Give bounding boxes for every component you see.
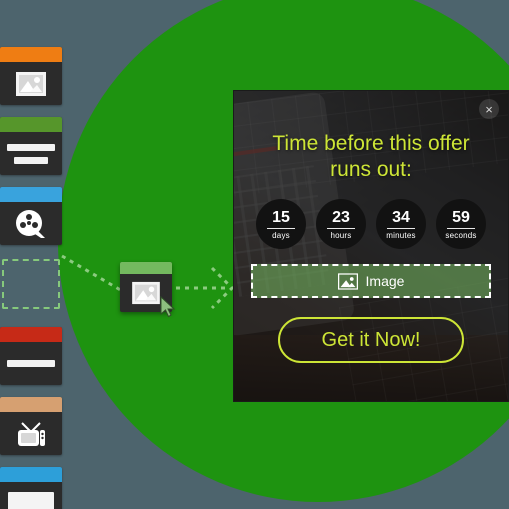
cta-button[interactable]: Get it Now! [278, 317, 464, 363]
editor-canvas: × Time before this offer runs out: 15 da… [0, 0, 509, 509]
countdown-unit-days: 15 days [256, 199, 306, 249]
countdown-divider [447, 227, 475, 229]
countdown-divider [387, 227, 415, 229]
single-line [0, 360, 62, 367]
palette-item-image-widget[interactable] [0, 47, 62, 105]
countdown-unit-hours: 23 hours [316, 199, 366, 249]
countdown-value: 34 [392, 208, 410, 226]
card-body [0, 412, 62, 455]
television-icon [18, 421, 45, 446]
widget-palette [0, 47, 64, 509]
palette-item-form-widget[interactable] [0, 467, 62, 509]
arrow-cursor [160, 296, 176, 318]
card-accent-bar [0, 397, 62, 412]
palette-item-empty-slot[interactable] [0, 257, 62, 315]
card-body [0, 202, 62, 245]
picture-icon [16, 71, 46, 96]
countdown-timer: 15 days 23 hours 34 minutes 59 seconds [251, 199, 491, 249]
cta-label: Get it Now! [321, 328, 421, 351]
countdown-label: days [272, 230, 290, 240]
card-accent-bar [0, 117, 62, 132]
dropzone-label: Image [365, 273, 405, 289]
card-accent-bar [0, 327, 62, 342]
picture-icon [337, 272, 358, 290]
dashed-placeholder [2, 259, 60, 309]
card-accent-bar [0, 467, 62, 482]
countdown-value: 15 [272, 208, 290, 226]
palette-item-tv-widget[interactable] [0, 397, 62, 455]
palette-item-divider-widget[interactable] [0, 327, 62, 385]
countdown-value: 23 [332, 208, 350, 226]
card-accent-bar [0, 47, 62, 62]
palette-item-video-widget[interactable] [0, 187, 62, 245]
countdown-value: 59 [452, 208, 470, 226]
image-dropzone[interactable]: Image [251, 264, 491, 298]
picture-icon [132, 281, 160, 305]
close-icon[interactable]: × [479, 99, 499, 119]
card-accent-bar [120, 262, 172, 274]
countdown-unit-seconds: 59 seconds [436, 199, 486, 249]
close-glyph: × [485, 101, 493, 117]
card-body [0, 62, 62, 105]
countdown-divider [327, 227, 355, 229]
card-body [0, 482, 62, 509]
card-body [0, 132, 62, 175]
input-box [8, 491, 54, 509]
popup-heading: Time before this offer runs out: [272, 132, 470, 181]
film-reel-icon [16, 209, 45, 238]
text-lines [0, 143, 62, 164]
countdown-divider [267, 227, 295, 229]
palette-item-text-widget[interactable] [0, 117, 62, 175]
popup-preview: × Time before this offer runs out: 15 da… [233, 90, 509, 402]
card-accent-bar [0, 187, 62, 202]
countdown-label: minutes [386, 230, 416, 240]
countdown-label: hours [330, 230, 352, 240]
countdown-label: seconds [445, 230, 477, 240]
countdown-unit-minutes: 34 minutes [376, 199, 426, 249]
card-body [0, 342, 62, 385]
